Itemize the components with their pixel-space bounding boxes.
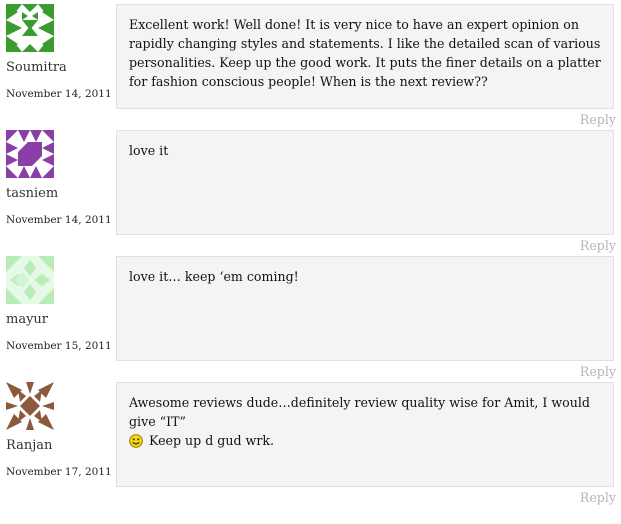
comment-list: Soumitra November 14, 2011 Excellent wor…: [0, 0, 621, 524]
comment-item: mayur November 15, 2011 love it… keep ‘e…: [0, 252, 621, 379]
pale-green-geometric-identicon: [6, 256, 54, 304]
brown-geometric-identicon: [6, 382, 54, 430]
comment-text: love it… keep ‘em coming!: [129, 269, 299, 284]
comment-date[interactable]: November 15, 2011: [6, 340, 112, 352]
comment-author[interactable]: mayur: [6, 312, 48, 327]
comment-text: love it: [129, 143, 169, 158]
comment-body: love it: [116, 130, 614, 235]
avatar[interactable]: [6, 382, 54, 430]
comment-text: Excellent work! Well done! It is very ni…: [129, 17, 601, 89]
comment-date[interactable]: November 17, 2011: [6, 466, 112, 478]
comment-body: Excellent work! Well done! It is very ni…: [116, 4, 614, 109]
green-geometric-identicon: [6, 4, 54, 52]
comment-body: love it… keep ‘em coming!: [116, 256, 614, 361]
reply-link[interactable]: Reply: [580, 112, 616, 127]
avatar[interactable]: [6, 130, 54, 178]
reply-link[interactable]: Reply: [580, 238, 616, 253]
comment-author[interactable]: Soumitra: [6, 60, 67, 75]
comment-item: tasniem November 14, 2011 love it Reply: [0, 126, 621, 253]
purple-geometric-identicon: [6, 130, 54, 178]
comment-text: Awesome reviews dude…definitely review q…: [129, 393, 601, 453]
avatar[interactable]: [6, 256, 54, 304]
comment-item: Soumitra November 14, 2011 Excellent wor…: [0, 0, 621, 127]
comment-body: Awesome reviews dude…definitely review q…: [116, 382, 614, 487]
avatar[interactable]: [6, 4, 54, 52]
comment-author[interactable]: Ranjan: [6, 438, 52, 453]
comment-text-part: Keep up d gud wrk.: [149, 433, 274, 448]
comment-author[interactable]: tasniem: [6, 186, 58, 201]
comment-item: Ranjan November 17, 2011 Awesome reviews…: [0, 378, 621, 505]
comment-date[interactable]: November 14, 2011: [6, 214, 112, 226]
comment-text-part: Awesome reviews dude…definitely review q…: [129, 395, 590, 429]
reply-link[interactable]: Reply: [580, 490, 616, 505]
comment-date[interactable]: November 14, 2011: [6, 88, 112, 100]
reply-link[interactable]: Reply: [580, 364, 616, 379]
smiley-face-icon: [129, 434, 143, 453]
